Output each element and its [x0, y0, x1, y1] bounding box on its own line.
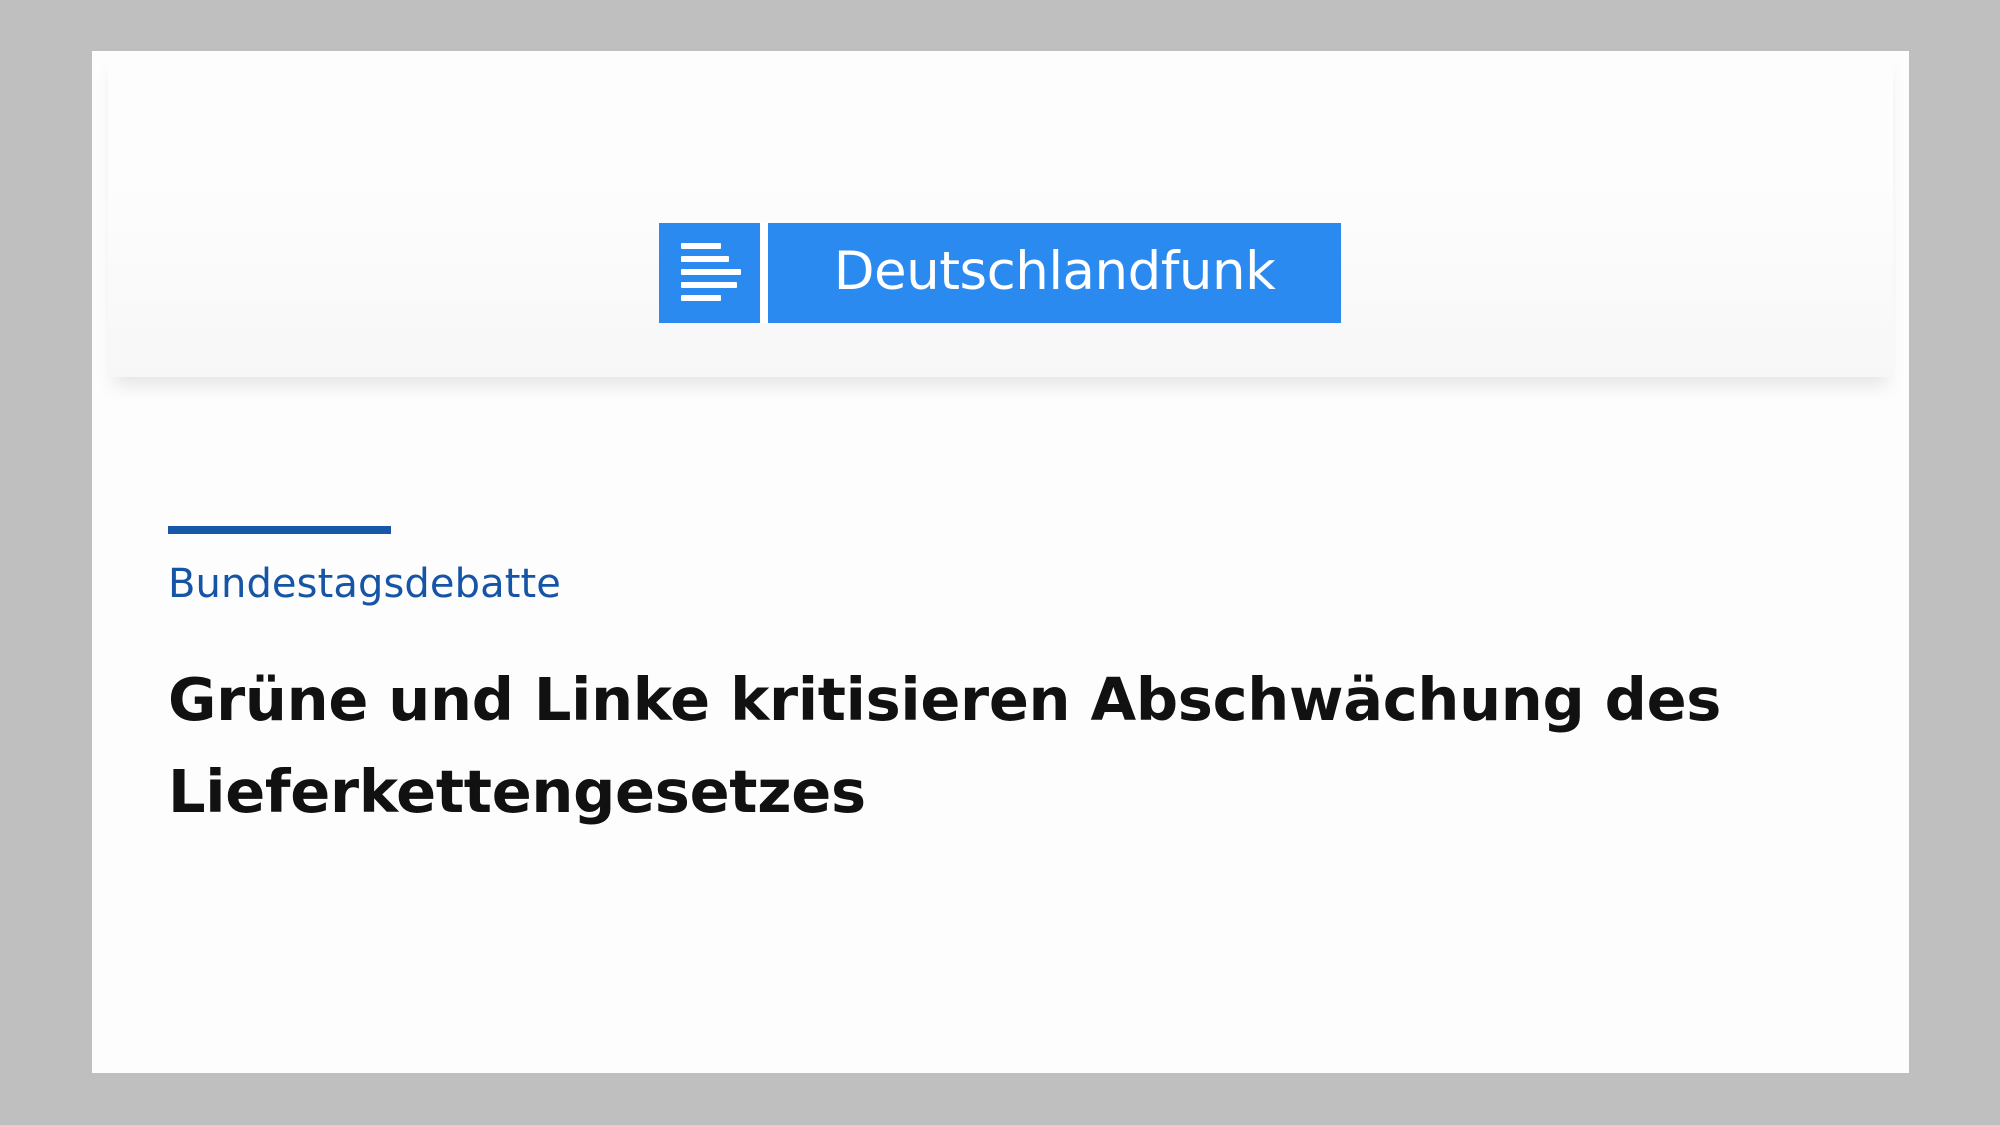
brand-wordmark-box: Deutschlandfunk — [768, 223, 1341, 323]
brand-wordmark: Deutschlandfunk — [833, 240, 1276, 302]
logo-divider — [760, 223, 768, 323]
station-logo-icon — [659, 223, 760, 323]
brand-logo[interactable]: Deutschlandfunk — [659, 223, 1341, 323]
article-card: Deutschlandfunk Bundestagsdebatte Grüne … — [92, 51, 1909, 1073]
article-kicker[interactable]: Bundestagsdebatte — [168, 564, 561, 604]
kicker-accent-line — [168, 526, 391, 534]
site-header — [108, 51, 1893, 377]
article-headline[interactable]: Grüne und Linke kritisieren Abschwächung… — [168, 654, 1868, 838]
